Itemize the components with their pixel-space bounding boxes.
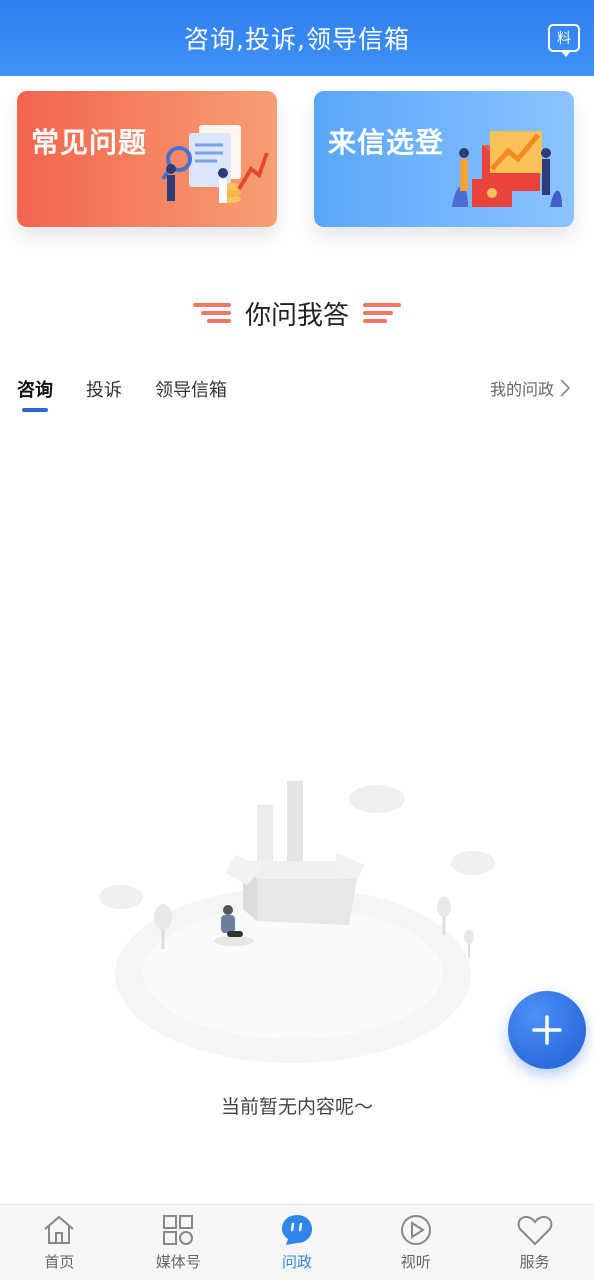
section-heading: 你问我答 <box>0 290 594 336</box>
my-inquiries-link[interactable]: 我的问政 <box>490 376 570 400</box>
letters-card[interactable]: 来信选登 <box>314 91 574 227</box>
nav-home[interactable]: 首页 <box>0 1205 119 1280</box>
letters-illustration <box>452 131 562 207</box>
heading-right-decoration <box>363 303 401 323</box>
chat-bubble-icon <box>281 1215 312 1245</box>
nav-home-label: 首页 <box>44 1253 75 1271</box>
empty-state-illustration <box>99 781 495 1063</box>
nav-service-label: 服务 <box>519 1253 550 1271</box>
letters-card-label: 来信选登 <box>328 126 445 159</box>
report-icon-label: 料 <box>557 31 571 47</box>
faq-card-label: 常见问题 <box>31 126 148 159</box>
faq-card[interactable]: 常见问题 <box>17 91 277 227</box>
heart-icon <box>517 1215 552 1246</box>
bottom-navigation: 首页 媒体号 问政 视听 服务 <box>0 1204 594 1280</box>
add-question-button[interactable] <box>508 991 586 1069</box>
app-header: 咨询,投诉,领导信箱 料 <box>0 0 594 76</box>
my-inquiries-label: 我的问政 <box>489 380 554 399</box>
home-icon <box>44 1215 75 1244</box>
report-icon[interactable]: 料 <box>548 24 580 57</box>
nav-media[interactable]: 媒体号 <box>119 1205 238 1280</box>
page-title: 咨询,投诉,领导信箱 <box>184 25 410 54</box>
nav-media-label: 媒体号 <box>155 1253 201 1271</box>
section-title: 你问我答 <box>244 300 349 331</box>
tab-bar: 咨询 投诉 领导信箱 我的问政 <box>0 370 594 414</box>
nav-wenzheng-label: 问政 <box>281 1253 312 1271</box>
plus-icon <box>532 1015 562 1045</box>
faq-illustration <box>161 125 269 203</box>
heading-left-decoration <box>192 303 231 323</box>
tab-leader-mailbox[interactable]: 领导信箱 <box>155 376 227 402</box>
nav-wenzheng[interactable]: 问政 <box>238 1205 357 1280</box>
nav-service[interactable]: 服务 <box>475 1205 594 1280</box>
nav-video[interactable]: 视听 <box>356 1205 475 1280</box>
chevron-right-icon <box>560 379 570 397</box>
nav-video-label: 视听 <box>400 1253 431 1271</box>
active-tab-indicator <box>22 408 48 412</box>
empty-state-message: 当前暂无内容呢～ <box>220 1096 373 1118</box>
tab-consult[interactable]: 咨询 <box>17 376 53 402</box>
tab-complaint[interactable]: 投诉 <box>86 376 122 402</box>
grid-icon <box>163 1215 194 1245</box>
play-icon <box>400 1215 431 1245</box>
